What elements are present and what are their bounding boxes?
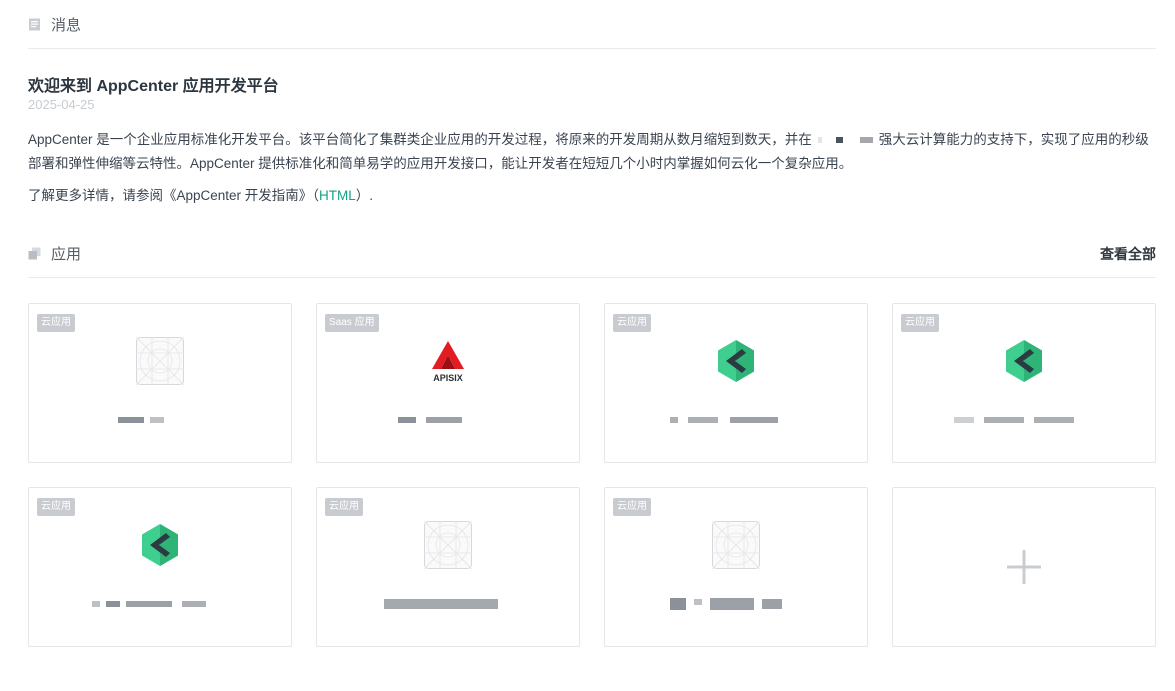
app-name-redacted xyxy=(378,414,518,426)
dev-guide-html-link[interactable]: HTML xyxy=(319,188,356,203)
app-type-badge: 云应用 xyxy=(325,498,363,516)
app-name-redacted xyxy=(90,598,230,610)
app-card[interactable]: 云应用 xyxy=(316,487,580,647)
app-card[interactable]: 云应用 xyxy=(28,303,292,463)
apps-icon xyxy=(28,247,41,260)
plus-icon xyxy=(1007,550,1041,584)
app-card[interactable]: Saas 应用 APISIX xyxy=(316,303,580,463)
kubesphere-logo xyxy=(1006,340,1042,382)
message-title: 欢迎来到 AppCenter 应用开发平台 xyxy=(28,78,279,95)
apps-section-title: 应用 xyxy=(51,246,82,263)
app-type-badge: 云应用 xyxy=(613,314,651,332)
message-more-prefix: 了解更多详情，请参阅《AppCenter 开发指南》（ xyxy=(28,188,320,203)
app-card[interactable]: 云应用 xyxy=(604,487,868,647)
app-name-redacted xyxy=(666,596,806,612)
messages-section-title: 消息 xyxy=(51,16,82,34)
message-body-part1: AppCenter 是一个企业应用标准化开发平台。该平台简化了集群类企业应用的开… xyxy=(28,132,812,147)
message-more: 了解更多详情，请参阅《AppCenter 开发指南》（HTML）. xyxy=(28,185,373,207)
app-card[interactable]: 云应用 xyxy=(892,303,1156,463)
placeholder-image-icon xyxy=(136,337,184,385)
message-date: 2025-04-25 xyxy=(28,97,95,112)
add-app-card[interactable] xyxy=(892,487,1156,647)
view-all-link[interactable]: 查看全部 xyxy=(1100,244,1156,264)
app-name-redacted xyxy=(90,414,230,426)
message-body: AppCenter 是一个企业应用标准化开发平台。该平台简化了集群类企业应用的开… xyxy=(28,128,1158,176)
apps-section-header: 应用 查看全部 xyxy=(28,230,1156,278)
app-name-redacted xyxy=(954,414,1094,426)
kubesphere-logo xyxy=(718,340,754,382)
apisix-logo-text: APISIX xyxy=(433,373,463,383)
app-type-badge: 云应用 xyxy=(37,314,75,332)
app-type-badge: Saas 应用 xyxy=(325,314,379,332)
placeholder-image-icon xyxy=(712,521,760,569)
app-name-redacted xyxy=(666,414,806,426)
app-name-redacted xyxy=(378,596,518,612)
redacted-text xyxy=(817,134,873,146)
apisix-logo: APISIX xyxy=(432,341,464,383)
message-icon xyxy=(29,18,40,30)
placeholder-image-icon xyxy=(424,521,472,569)
app-type-badge: 云应用 xyxy=(613,498,651,516)
app-card[interactable]: 云应用 xyxy=(28,487,292,647)
app-type-badge: 云应用 xyxy=(901,314,939,332)
app-card[interactable]: 云应用 xyxy=(604,303,868,463)
kubesphere-logo xyxy=(142,524,178,566)
messages-section-header: 消息 xyxy=(28,0,1156,49)
message-more-suffix: ）. xyxy=(355,188,374,203)
app-type-badge: 云应用 xyxy=(37,498,75,516)
